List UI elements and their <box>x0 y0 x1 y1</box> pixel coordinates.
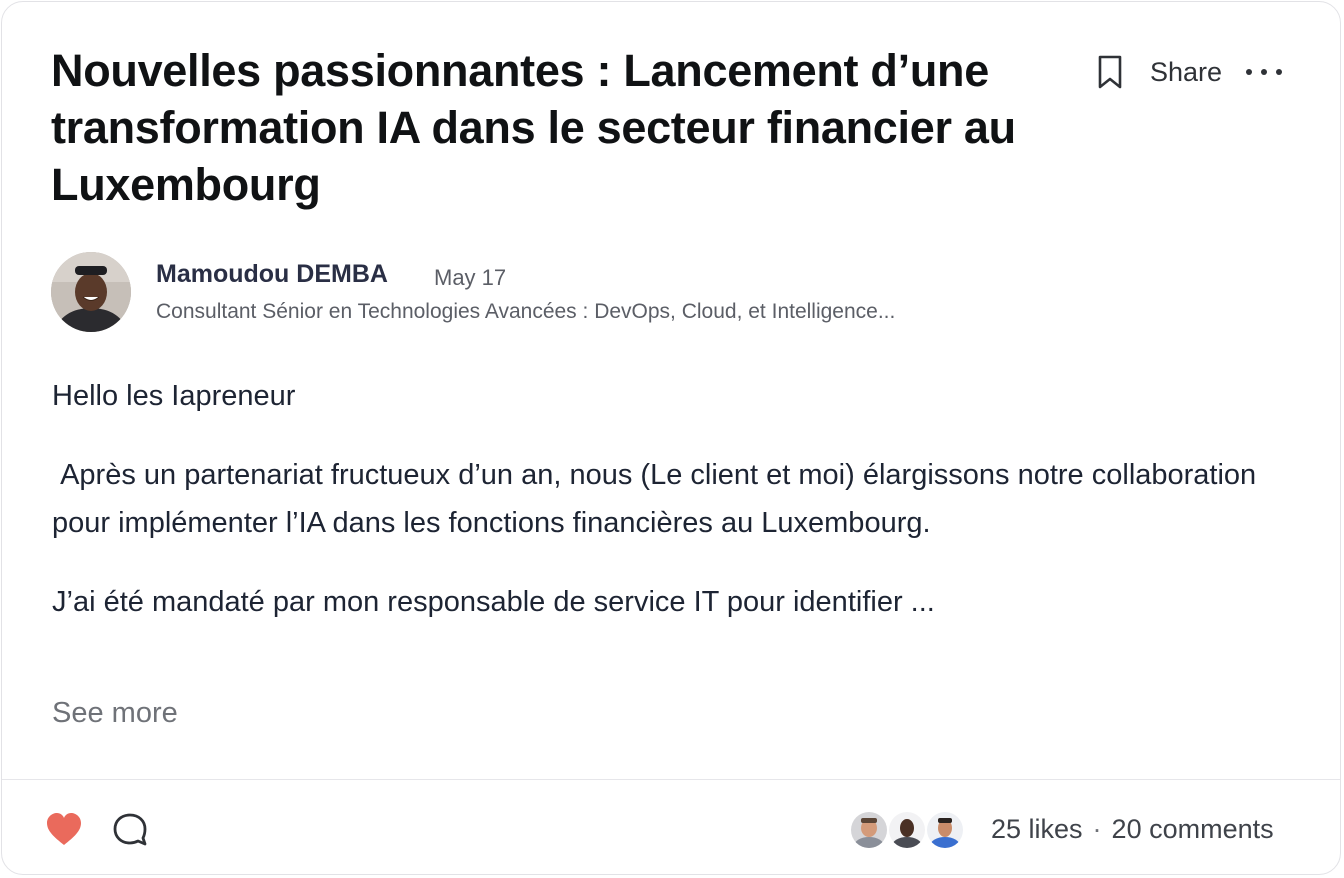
more-options-button[interactable] <box>1244 50 1284 94</box>
liker-avatar <box>887 810 927 850</box>
stats-separator: · <box>1092 814 1102 844</box>
author-headline: Consultant Sénior en Technologies Avancé… <box>156 300 896 323</box>
liker-photo <box>851 812 887 848</box>
body-paragraph: J’ai été mandaté par mon responsable de … <box>52 585 935 618</box>
bookmark-icon <box>1098 55 1122 89</box>
author-photo <box>51 252 131 332</box>
post-stats: 25 likes · 20 comments <box>991 814 1274 845</box>
author-name[interactable]: Mamoudou DEMBA <box>156 260 388 289</box>
post-title[interactable]: Nouvelles passionnantes : Lancement d’un… <box>51 42 1061 213</box>
footer-divider <box>2 779 1340 780</box>
post-actions: Share <box>1092 50 1284 94</box>
body-paragraph: Après un partenariat fructueux d’un an, … <box>52 458 1265 540</box>
comment-bubble-icon <box>113 813 147 846</box>
liker-avatars[interactable] <box>849 810 965 850</box>
post-date: May 17 <box>434 265 507 290</box>
post-body: Hello les Iapreneur Après un partenariat… <box>52 372 1292 656</box>
post-card: Nouvelles passionnantes : Lancement d’un… <box>1 1 1341 875</box>
body-paragraph: Hello les Iapreneur <box>52 380 296 412</box>
like-button[interactable] <box>44 810 84 850</box>
more-horizontal-icon <box>1246 69 1283 75</box>
likes-count[interactable]: 25 likes <box>991 814 1083 844</box>
comment-button[interactable] <box>110 810 150 850</box>
liker-photo <box>927 812 963 848</box>
share-button[interactable]: Share <box>1150 57 1222 88</box>
liker-photo <box>889 812 925 848</box>
liker-avatar <box>925 810 965 850</box>
liker-avatar <box>849 810 889 850</box>
bookmark-button[interactable] <box>1092 50 1128 94</box>
author-avatar[interactable] <box>51 252 131 332</box>
comments-count[interactable]: 20 comments <box>1112 814 1274 844</box>
see-more-link[interactable]: See more <box>52 697 178 730</box>
heart-icon <box>47 813 81 845</box>
